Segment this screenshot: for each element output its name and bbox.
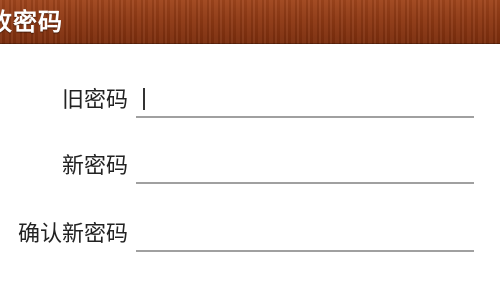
old-password-row: 旧密码 (0, 82, 500, 122)
confirm-password-label: 确认新密码 (17, 222, 128, 247)
text-caret (143, 88, 145, 110)
title-bar: 改密码 (0, 0, 500, 44)
confirm-password-field[interactable] (136, 216, 474, 252)
new-password-field[interactable] (136, 148, 474, 184)
new-password-row: 新密码 (0, 148, 500, 188)
new-password-label: 新密码 (61, 154, 128, 179)
confirm-password-row: 确认新密码 (0, 216, 500, 256)
old-password-field[interactable] (136, 82, 474, 118)
page-title: 改密码 (0, 8, 63, 36)
change-password-page: 改密码 旧密码 新密码 确认新密码 (0, 0, 500, 293)
old-password-label: 旧密码 (61, 88, 128, 113)
